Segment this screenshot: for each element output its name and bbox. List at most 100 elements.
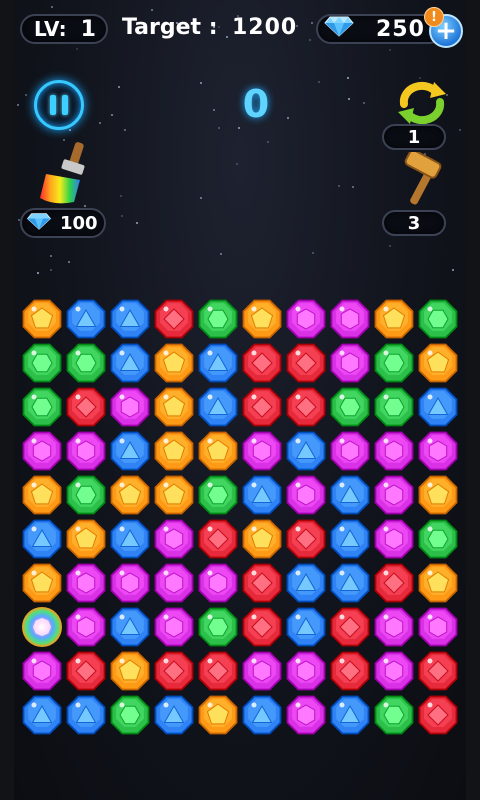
gem-blue[interactable]	[240, 693, 284, 737]
gem-magenta[interactable]	[372, 649, 416, 693]
hammer-icon[interactable]	[398, 149, 446, 208]
gem-blue[interactable]	[108, 429, 152, 473]
gem-orange[interactable]	[416, 341, 460, 385]
gem-red[interactable]	[416, 649, 460, 693]
gem-magenta[interactable]	[64, 429, 108, 473]
gem-green[interactable]	[196, 473, 240, 517]
gem-green[interactable]	[64, 473, 108, 517]
gem-magenta[interactable]	[20, 429, 64, 473]
gem-magenta[interactable]	[284, 693, 328, 737]
gem-orange[interactable]	[152, 385, 196, 429]
gem-orange[interactable]	[108, 473, 152, 517]
gem-blue[interactable]	[20, 693, 64, 737]
gem-magenta[interactable]	[284, 297, 328, 341]
gem-magenta[interactable]	[152, 561, 196, 605]
gem-orange[interactable]	[20, 297, 64, 341]
paint-brush-icon[interactable]	[34, 140, 94, 206]
gem-blue[interactable]	[416, 385, 460, 429]
gem-magenta[interactable]	[240, 649, 284, 693]
gem-magenta[interactable]	[372, 517, 416, 561]
gem-green[interactable]	[372, 385, 416, 429]
gem-blue[interactable]	[328, 473, 372, 517]
gem-orange[interactable]	[152, 341, 196, 385]
gem-red[interactable]	[416, 693, 460, 737]
gem-orange[interactable]	[196, 429, 240, 473]
gem-green[interactable]	[108, 693, 152, 737]
gem-orange[interactable]	[20, 473, 64, 517]
gem-blue[interactable]	[328, 693, 372, 737]
gem-red[interactable]	[64, 385, 108, 429]
gem-blue[interactable]	[328, 517, 372, 561]
gem-red[interactable]	[240, 341, 284, 385]
gem-blue[interactable]	[108, 341, 152, 385]
gem-magenta[interactable]	[284, 649, 328, 693]
gem-red[interactable]	[284, 341, 328, 385]
gem-orange[interactable]	[64, 517, 108, 561]
gem-blue[interactable]	[196, 385, 240, 429]
gem-red[interactable]	[240, 561, 284, 605]
gem-green[interactable]	[416, 517, 460, 561]
gem-magenta[interactable]	[284, 473, 328, 517]
gem-magenta[interactable]	[372, 429, 416, 473]
gem-magenta[interactable]	[240, 429, 284, 473]
gem-red[interactable]	[152, 649, 196, 693]
gem-magenta[interactable]	[64, 561, 108, 605]
gem-magenta[interactable]	[328, 297, 372, 341]
gem-green[interactable]	[64, 341, 108, 385]
gem-orange[interactable]	[416, 473, 460, 517]
gem-red[interactable]	[240, 385, 284, 429]
gem-rainbow[interactable]	[20, 605, 64, 649]
gem-magenta[interactable]	[108, 385, 152, 429]
gem-blue[interactable]	[196, 341, 240, 385]
gem-orange[interactable]	[152, 429, 196, 473]
gem-red[interactable]	[152, 297, 196, 341]
gem-red[interactable]	[196, 517, 240, 561]
gem-orange[interactable]	[152, 473, 196, 517]
gem-orange[interactable]	[20, 561, 64, 605]
gem-orange[interactable]	[372, 297, 416, 341]
gem-magenta[interactable]	[416, 605, 460, 649]
gem-orange[interactable]	[240, 517, 284, 561]
gem-orange[interactable]	[108, 649, 152, 693]
gem-red[interactable]	[328, 605, 372, 649]
gem-magenta[interactable]	[416, 429, 460, 473]
gem-red[interactable]	[196, 649, 240, 693]
gem-magenta[interactable]	[328, 341, 372, 385]
gem-magenta[interactable]	[152, 605, 196, 649]
shuffle-arrows-icon[interactable]	[394, 78, 450, 128]
gem-red[interactable]	[328, 649, 372, 693]
gem-green[interactable]	[372, 341, 416, 385]
gem-green[interactable]	[196, 605, 240, 649]
gem-magenta[interactable]	[108, 561, 152, 605]
gem-orange[interactable]	[196, 693, 240, 737]
gem-magenta[interactable]	[64, 605, 108, 649]
gem-blue[interactable]	[20, 517, 64, 561]
gem-orange[interactable]	[416, 561, 460, 605]
gem-blue[interactable]	[64, 693, 108, 737]
gem-red[interactable]	[372, 561, 416, 605]
gem-orange[interactable]	[240, 297, 284, 341]
gem-magenta[interactable]	[152, 517, 196, 561]
gem-green[interactable]	[328, 385, 372, 429]
gem-magenta[interactable]	[372, 473, 416, 517]
gem-green[interactable]	[372, 693, 416, 737]
gem-green[interactable]	[416, 297, 460, 341]
gem-blue[interactable]	[152, 693, 196, 737]
gem-blue[interactable]	[108, 297, 152, 341]
gem-magenta[interactable]	[196, 561, 240, 605]
gem-blue[interactable]	[284, 429, 328, 473]
gem-red[interactable]	[64, 649, 108, 693]
gem-blue[interactable]	[240, 473, 284, 517]
gem-red[interactable]	[284, 385, 328, 429]
gem-blue[interactable]	[284, 605, 328, 649]
gem-blue[interactable]	[108, 517, 152, 561]
gem-green[interactable]	[20, 385, 64, 429]
gem-red[interactable]	[284, 517, 328, 561]
gem-blue[interactable]	[328, 561, 372, 605]
gem-magenta[interactable]	[20, 649, 64, 693]
gem-red[interactable]	[240, 605, 284, 649]
gem-magenta[interactable]	[372, 605, 416, 649]
gem-green[interactable]	[196, 297, 240, 341]
gem-green[interactable]	[20, 341, 64, 385]
gem-blue[interactable]	[284, 561, 328, 605]
